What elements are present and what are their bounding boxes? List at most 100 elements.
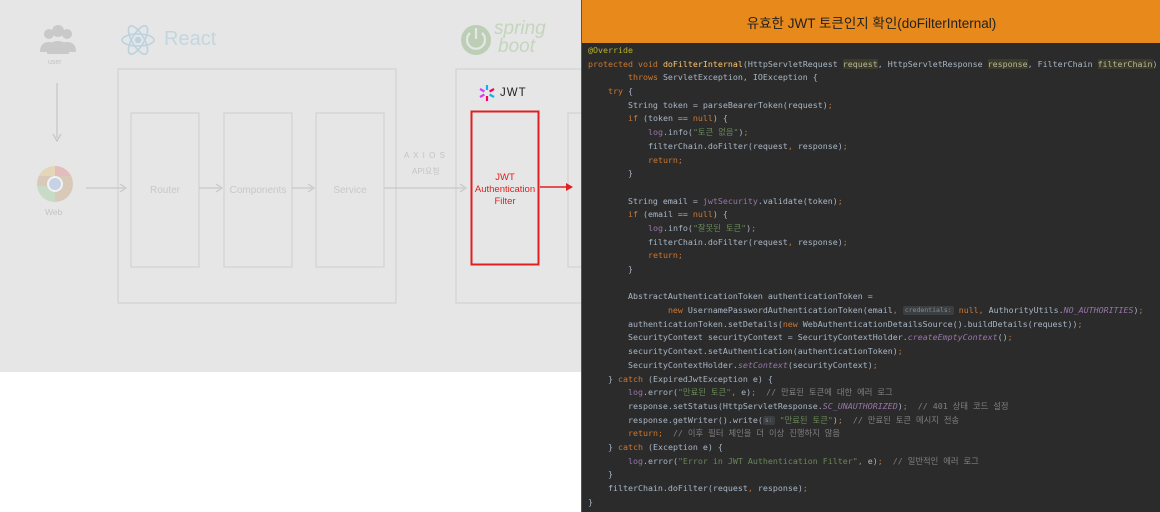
code-token: filterChain.doFilter(request (588, 236, 788, 247)
parameter-hint: credentials: (902, 306, 954, 316)
jwt-filter-label-line3: Filter (494, 196, 516, 207)
code-token: log (647, 222, 663, 233)
code-line: return; // 이후 필터 체인을 더 이상 진행하지 않음 (588, 427, 1158, 441)
code-line: try { (588, 85, 1158, 99)
code-line: filterChain.doFilter(request, response); (588, 482, 1158, 496)
code-line: return; (588, 154, 1158, 168)
code-token: ServletException, IOException { (662, 72, 818, 83)
code-token: , (747, 483, 758, 493)
code-line: } catch (Exception e) { (588, 441, 1158, 455)
code-token: , (731, 387, 742, 398)
code-token: // 일반적인 에러 로그 (892, 455, 979, 466)
code-token: ; (897, 346, 903, 357)
code-token: .info( (662, 222, 693, 233)
code-line: String email = jwtSecurity.validate(toke… (588, 195, 1158, 209)
code-token: log (627, 387, 643, 398)
code-line: filterChain.doFilter(request, response); (588, 236, 1158, 250)
code-token: SC_UNAUTHORIZED (822, 400, 898, 411)
code-line: SecurityContextHolder.setContext(securit… (588, 359, 1158, 373)
code-line: new UsernamePasswordAuthenticationToken(… (588, 304, 1158, 318)
code-token: ; (842, 140, 848, 151)
axios-label: A X I O S (404, 151, 446, 160)
code-token: // 이후 필터 체인을 더 이상 진행하지 않음 (672, 428, 841, 439)
code-token: ; (802, 483, 808, 493)
code-token: ; (877, 455, 893, 466)
code-token: } (588, 469, 613, 480)
code-token: setContext (737, 359, 788, 370)
code-token: UsernamePasswordAuthenticationToken(emai… (687, 305, 893, 316)
code-token: , (857, 455, 868, 466)
code-token: (HttpServletRequest (742, 58, 843, 69)
code-token: new (782, 318, 803, 329)
code-token: null, (953, 305, 989, 316)
code-token: response.getWriter().write( (588, 414, 763, 425)
jwt-filter-arrow-head (566, 183, 573, 191)
code-token: response) (797, 236, 843, 247)
code-token: (securityContext) (787, 359, 873, 370)
code-token: createEmptyContext (907, 332, 998, 343)
spring-logo-line2: boot (498, 36, 535, 57)
code-token: filterChain (1097, 58, 1153, 69)
code-token: ; (842, 236, 848, 247)
code-line: return; (588, 249, 1158, 263)
code-line: if (token == null) { (588, 112, 1158, 126)
code-token: if (627, 113, 643, 124)
code-token: filterChain.doFilter(request (588, 140, 788, 151)
code-token: { (627, 86, 633, 97)
code-token: response) (757, 483, 803, 493)
code-line: response.getWriter().write(s: "만료된 토큰");… (588, 414, 1158, 428)
code-token: ; (837, 195, 843, 206)
code-token: try (607, 86, 628, 97)
code-token: protected void (588, 58, 663, 69)
code-line: } catch (ExpiredJwtException e) { (588, 373, 1158, 387)
code-token: ; (751, 222, 757, 233)
code-line: SecurityContext securityContext = Securi… (588, 331, 1158, 345)
next-backend-box (567, 112, 582, 268)
code-token: throws (627, 72, 663, 83)
code-line: log.info("잘못된 토큰"); (588, 222, 1158, 236)
code-token: String token = parseBearerToken(request) (588, 99, 828, 110)
jwt-logo-text: JWT (500, 87, 527, 99)
code-line: response.setStatus(HttpServletResponse.S… (588, 400, 1158, 414)
code-token: (email == (642, 209, 693, 220)
code-token: WebAuthenticationDetailsSource().buildDe… (802, 318, 1078, 329)
code-line: } (588, 468, 1158, 482)
browser-icon (37, 166, 73, 203)
architecture-diagram: user Web React spring boot JWT Router Co… (0, 0, 582, 372)
api-request-label: API요청 (412, 167, 440, 176)
code-token: , FilterChain (1027, 58, 1098, 69)
code-line: log.error("Error in JWT Authentication F… (588, 455, 1158, 469)
code-token: catch (617, 373, 648, 384)
code-token: "잘못된 토큰" (692, 222, 747, 233)
jwt-filter-label-line1: JWT (495, 172, 515, 183)
code-token: .info( (662, 127, 693, 138)
code-token: ; (837, 414, 853, 425)
code-line: authenticationToken.setDetails(new WebAu… (588, 318, 1158, 332)
react-logo-text: React (164, 28, 217, 50)
code-line: log.info("토큰 없음"); (588, 126, 1158, 140)
code-token: filterChain.doFilter(request (588, 483, 748, 493)
code-token: @Override (588, 45, 633, 55)
code-token: new (667, 305, 688, 316)
code-token: ) { (712, 113, 728, 124)
code-token: } (588, 168, 633, 179)
code-token: // 만료된 토큰에 대한 에러 로그 (766, 387, 893, 398)
code-token: } (588, 496, 593, 507)
code-token: ; (827, 99, 833, 110)
code-line: throws ServletException, IOException { (588, 71, 1158, 85)
code-block: @Override protected void doFilterInternal… (588, 44, 1158, 509)
code-line: if (email == null) { (588, 208, 1158, 222)
user-label: user (48, 59, 62, 66)
code-token: .error( (642, 455, 678, 466)
code-token: ; (751, 387, 767, 398)
code-line: } (588, 263, 1158, 277)
code-token: // 401 상태 코드 설정 (917, 400, 1009, 411)
